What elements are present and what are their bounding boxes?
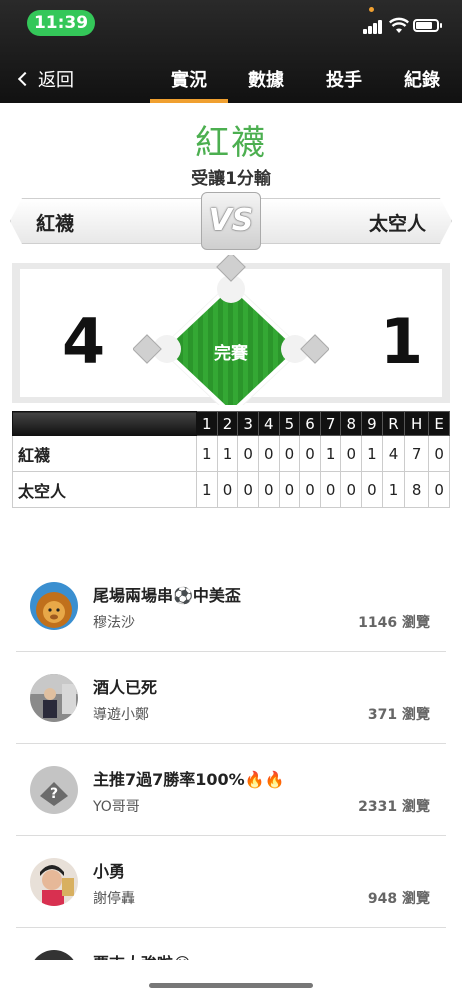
score-cell: 1 bbox=[319, 435, 342, 472]
tab-records[interactable]: 紀錄 bbox=[404, 66, 440, 92]
header-cell: 7 bbox=[319, 411, 342, 436]
matchup-bar: 紅襪 太空人 VS bbox=[10, 192, 452, 250]
article-author: 謝停轟 bbox=[93, 891, 135, 907]
score-cell: 1 bbox=[381, 471, 406, 508]
handicap-result: 受讓1分輸 bbox=[191, 169, 271, 189]
score-cell: 1 bbox=[196, 471, 218, 508]
header-cell: R bbox=[381, 411, 406, 436]
list-item[interactable]: ? 主推7過7勝率100%🔥🔥 YO哥哥 2331 瀏覽 bbox=[16, 744, 446, 836]
privacy-indicator-icon bbox=[369, 7, 374, 12]
header-cell: 2 bbox=[216, 411, 239, 436]
article-title: 主推7過7勝率100%🔥🔥 bbox=[93, 770, 285, 789]
header-cell: 1 bbox=[196, 411, 218, 436]
away-team-name: 紅襪 bbox=[36, 213, 75, 235]
score-cell: 0 bbox=[257, 435, 280, 472]
article-views: 948 瀏覽 bbox=[367, 891, 430, 907]
home-indicator[interactable] bbox=[149, 983, 313, 988]
line-score-header-row: 1 2 3 4 5 6 7 8 9 R H E bbox=[12, 411, 450, 436]
header-cell: H bbox=[404, 411, 430, 436]
cellular-signal-icon bbox=[363, 20, 385, 34]
score-cell: 0 bbox=[319, 471, 342, 508]
score-cell: 0 bbox=[278, 435, 301, 472]
article-title: 小勇 bbox=[93, 862, 126, 881]
score-cell: 0 bbox=[361, 471, 383, 508]
wifi-icon bbox=[389, 17, 409, 33]
score-cell: 0 bbox=[299, 471, 321, 508]
table-row: 紅襪 1 1 0 0 0 0 1 0 1 4 7 0 bbox=[12, 435, 450, 472]
score-cell: 0 bbox=[278, 471, 301, 508]
score-cell: 4 bbox=[381, 435, 406, 472]
game-status: 完賽 bbox=[214, 344, 248, 364]
article-author: 導遊小鄭 bbox=[93, 707, 149, 723]
header-cell: 6 bbox=[299, 411, 321, 436]
list-item[interactable]: 小勇 謝停轟 948 瀏覽 bbox=[16, 836, 446, 928]
article-views: 2331 瀏覽 bbox=[358, 799, 430, 815]
back-button[interactable]: 返回 bbox=[16, 66, 74, 92]
header-cell: 3 bbox=[237, 411, 259, 436]
status-bar: 11:39 bbox=[0, 0, 462, 48]
score-cell: 0 bbox=[428, 471, 450, 508]
tab-live[interactable]: 實況 bbox=[171, 66, 207, 92]
person-avatar-icon bbox=[30, 858, 78, 906]
status-time: 11:39 bbox=[27, 10, 95, 36]
svg-text:?: ? bbox=[50, 786, 58, 802]
score-cell: 7 bbox=[404, 435, 430, 472]
score-cell: 1 bbox=[361, 435, 383, 472]
header-cell: 8 bbox=[340, 411, 363, 436]
tab-stats[interactable]: 數據 bbox=[248, 66, 284, 92]
team-name-cell: 紅襪 bbox=[12, 435, 197, 472]
chevron-left-icon bbox=[17, 71, 33, 87]
active-tab-indicator bbox=[150, 99, 228, 103]
tab-pitchers[interactable]: 投手 bbox=[326, 66, 362, 92]
lion-avatar-icon bbox=[30, 582, 78, 630]
app-header: 11:39 返回 實況 數據 投手 紀錄 bbox=[0, 0, 462, 103]
team-name-cell: 太空人 bbox=[12, 471, 197, 508]
article-title: 要吉大強啦😂 bbox=[93, 950, 192, 960]
score-cell: 0 bbox=[216, 471, 239, 508]
header-cell: 9 bbox=[361, 411, 383, 436]
score-panel: 4 1 完賽 bbox=[12, 255, 450, 405]
article-views: 371 瀏覽 bbox=[367, 707, 430, 723]
article-views: 1146 瀏覽 bbox=[358, 615, 430, 631]
score-cell: 0 bbox=[237, 471, 259, 508]
list-item[interactable]: 酒人已死 導遊小鄭 371 瀏覽 bbox=[16, 652, 446, 744]
line-score-table: 1 2 3 4 5 6 7 8 9 R H E 紅襪 1 1 0 0 0 0 1… bbox=[12, 411, 450, 508]
score-cell: 0 bbox=[237, 435, 259, 472]
battery-icon bbox=[413, 19, 442, 32]
article-title: 酒人已死 bbox=[93, 678, 158, 697]
score-cell: 0 bbox=[340, 471, 363, 508]
header-cell: 4 bbox=[257, 411, 280, 436]
baseball-diamond-icon bbox=[133, 255, 329, 405]
header-cell: E bbox=[428, 411, 450, 436]
score-cell: 8 bbox=[404, 471, 430, 508]
article-list: 尾場兩場串⚽中美盃 穆法沙 1146 瀏覽 酒人已死 導遊小鄭 371 瀏覽 ?… bbox=[16, 560, 446, 960]
partial-avatar-icon bbox=[30, 950, 78, 960]
score-cell: 1 bbox=[216, 435, 239, 472]
list-item[interactable]: 尾場兩場串⚽中美盃 穆法沙 1146 瀏覽 bbox=[16, 560, 446, 652]
top-nav: 返回 實況 數據 投手 紀錄 bbox=[0, 52, 462, 103]
score-cell: 1 bbox=[196, 435, 218, 472]
score-cell: 0 bbox=[257, 471, 280, 508]
default-avatar-icon: ? bbox=[30, 766, 78, 814]
home-team-name: 太空人 bbox=[368, 213, 426, 235]
header-cell: 5 bbox=[278, 411, 301, 436]
table-row: 太空人 1 0 0 0 0 0 0 0 0 1 8 0 bbox=[12, 471, 450, 508]
score-cell: 0 bbox=[340, 435, 363, 472]
score-cell: 0 bbox=[299, 435, 321, 472]
article-author: 穆法沙 bbox=[93, 615, 135, 631]
article-title: 尾場兩場串⚽中美盃 bbox=[93, 586, 241, 605]
list-item[interactable]: 要吉大強啦😂 bbox=[16, 928, 446, 960]
article-author: YO哥哥 bbox=[93, 799, 140, 815]
back-label: 返回 bbox=[38, 70, 74, 91]
photo-avatar-icon bbox=[30, 674, 78, 722]
vs-badge: VS bbox=[201, 192, 261, 250]
header-team-cell bbox=[12, 411, 197, 436]
score-cell: 0 bbox=[428, 435, 450, 472]
pick-team-title: 紅襪 bbox=[195, 123, 267, 163]
